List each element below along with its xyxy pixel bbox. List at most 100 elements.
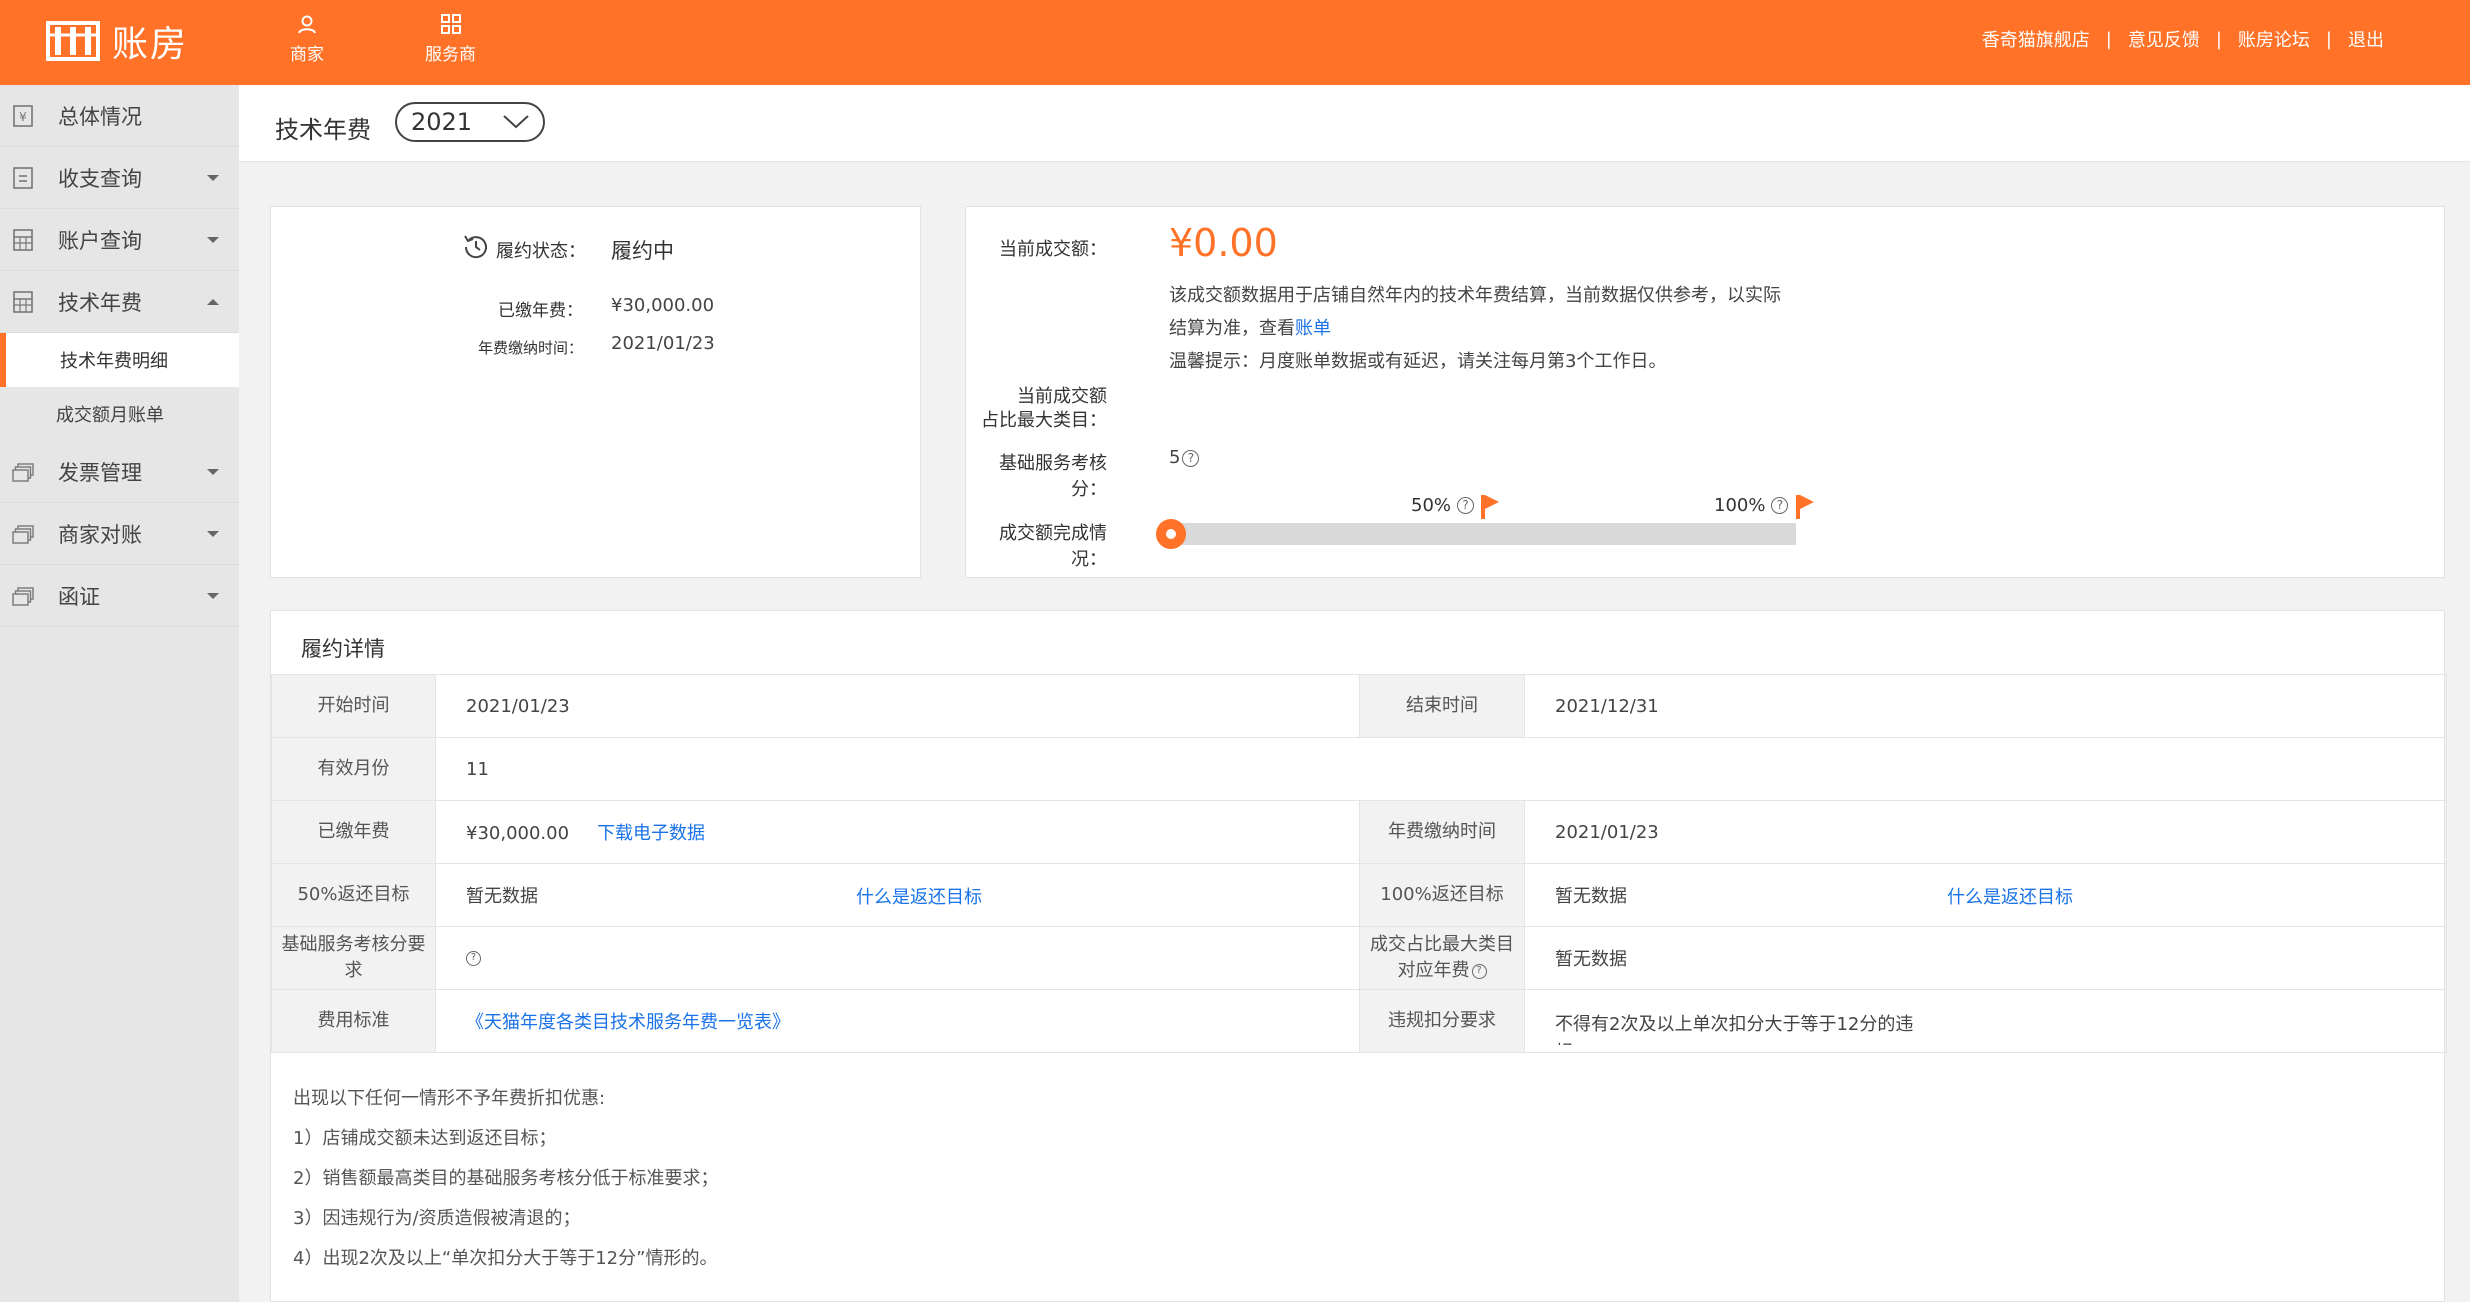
paytime-value: 2021/01/23 [611,333,715,354]
note-line: 3）因违规行为/资质造假被清退的； [293,1208,581,1229]
flag-icon [1481,495,1499,519]
details-title: 履约详情 [301,637,385,661]
cat-fee-label-line-2: 对应年费? [1368,958,1516,984]
note-line: 4）出现2次及以上“单次扣分大于等于12分”情形的。 [293,1248,718,1269]
fee-standard-link[interactable]: 《天猫年度各类目技术服务年费一览表》 [466,1012,790,1033]
sidebar-item-label: 商家对账 [58,522,142,547]
target100-value: 暂无数据 [1555,886,1627,907]
table-row: 费用标准 《天猫年度各类目技术服务年费一览表》 违规扣分要求 不得有2次及以上单… [271,989,2447,1053]
sidebar-item-label: 发票管理 [58,460,142,485]
score-value-wrap: 5? [1169,447,1200,468]
shop-name-link[interactable]: 香奇猫旗舰店 [1982,26,2090,52]
end-value: 2021/12/31 [1524,674,2447,738]
current-amount-value: ¥0.00 [1169,221,1278,265]
progress-label: 成交额完成情况： [999,523,1107,570]
what-is-target-link[interactable]: 什么是返还目标 [1947,883,2073,909]
link-divider: | [2105,28,2112,50]
amount-card: 当前成交额： ¥0.00 该成交额数据用于店铺自然年内的技术年费结算，当前数据仅… [965,206,2445,578]
sidebar-item-account[interactable]: 账户查询 [0,209,239,271]
sidebar-item-invoice[interactable]: 发票管理 [0,441,239,503]
help-icon[interactable]: ? [1771,497,1789,514]
yen-icon: ¥ [13,105,33,127]
fee-standard-cell: 《天猫年度各类目技术服务年费一览表》 [435,989,1360,1053]
calculator-icon [13,229,33,251]
nav-provider[interactable]: 服务商 [425,14,476,65]
violation-cell: 不得有2次及以上单次扣分大于等于12分的违规 [1524,989,2447,1053]
violation-label: 违规扣分要求 [1359,989,1525,1053]
table-row: 开始时间 2021/01/23 结束时间 2021/12/31 [271,674,2447,738]
cat-fee-label: 成交占比最大类目 对应年费? [1359,926,1525,990]
year-select-value: 2021 [411,108,473,136]
months-value: 11 [435,737,2447,801]
chevron-down-icon [207,175,219,181]
logout-link[interactable]: 退出 [2348,26,2384,52]
stack-icon [12,587,34,606]
help-icon[interactable]: ? [1457,497,1475,514]
current-amount-label: 当前成交额： [999,239,1107,260]
forum-link[interactable]: 账房论坛 [2238,26,2310,52]
note-line: 2）销售额最高类目的基础服务考核分低于标准要求； [293,1168,719,1189]
paid-fee-label: 已缴年费 [271,800,436,864]
what-is-target-link[interactable]: 什么是返还目标 [856,883,982,909]
milestone-50: 50%? [1411,495,1475,516]
status-label: 履约状态： [496,241,586,262]
table-row: 已缴年费 ¥30,000.00 下载电子数据 年费缴纳时间 2021/01/23 [271,800,2447,864]
paid-label: 已缴年费： [498,301,583,321]
flag-icon [1796,495,1814,519]
chevron-down-icon [207,593,219,599]
app-name: 账房 [112,24,189,65]
months-label: 有效月份 [271,737,436,801]
abacus-icon [46,21,100,61]
sidebar-subitem-monthly-bill[interactable]: 成交额月账单 [0,387,239,441]
amount-desc-line-1: 该成交额数据用于店铺自然年内的技术年费结算，当前数据仅供参考，以实际 [1169,285,1781,306]
progress-knob[interactable] [1156,519,1186,549]
sidebar-item-tech-fee[interactable]: 技术年费 [0,271,239,333]
sidebar-item-confirmation[interactable]: 函证 [0,565,239,627]
amount-desc-prefix: 结算为准，查看 [1169,318,1295,339]
target50-label: 50%返还目标 [271,863,436,927]
note-line: 出现以下任何一情形不予年费折扣优惠: [293,1088,606,1109]
sidebar-item-label: 总体情况 [58,104,142,129]
category-label-line-2: 占比最大类目： [981,410,1107,431]
help-icon[interactable]: ? [466,951,481,966]
target100-label: 100%返还目标 [1359,863,1525,927]
feedback-link[interactable]: 意见反馈 [2128,26,2200,52]
amount-description: 该成交额数据用于店铺自然年内的技术年费结算，当前数据仅供参考，以实际 结算为准，… [1169,279,1869,378]
category-label-line-1: 当前成交额 [1017,386,1107,407]
score-value: 5 [1169,447,1181,468]
start-label: 开始时间 [271,674,436,738]
status-card: 履约状态： 履约中 已缴年费： ¥30,000.00 年费缴纳时间： 2021/… [270,206,921,578]
score-req-value: ? [435,926,1360,990]
milestone-50-label: 50% [1411,495,1452,516]
page-header: 技术年费 2021 [239,85,2470,162]
stack-icon [12,525,34,544]
bill-link[interactable]: 账单 [1295,318,1331,339]
page-title: 技术年费 [275,116,371,144]
sidebar-subitem-fee-detail[interactable]: 技术年费明细 [0,333,239,387]
paid-value: ¥30,000.00 [611,295,715,316]
start-value: 2021/01/23 [435,674,1360,738]
sidebar-item-overview[interactable]: ¥ 总体情况 [0,85,239,147]
sidebar-item-reconcile[interactable]: 商家对账 [0,503,239,565]
score-req-label: 基础服务考核分要求 [271,926,436,990]
download-data-link[interactable]: 下载电子数据 [597,823,705,844]
table-row: 50%返还目标 暂无数据 什么是返还目标 100%返还目标 暂无数据 什么是返还目标 [271,863,2447,927]
paytime-label: 年费缴纳时间： [477,339,583,357]
nav-merchant[interactable]: 商家 [290,14,324,65]
top-header: 账房 商家 服务商 香奇猫旗舰店 | 意见反馈 | 账房论坛 | 退出 [0,0,2470,85]
link-divider: | [2215,28,2222,50]
year-select[interactable]: 2021 [395,102,545,142]
milestone-100-label: 100% [1714,495,1766,516]
svg-text:¥: ¥ [19,110,27,124]
help-icon[interactable]: ? [1182,449,1200,467]
sidebar-item-label: 技术年费 [58,290,142,315]
nav-merchant-label: 商家 [290,45,324,65]
help-icon[interactable]: ? [1471,963,1487,979]
stack-icon [12,463,34,482]
chevron-down-icon [207,237,219,243]
milestone-100: 100%? [1714,495,1789,516]
table-row: 有效月份 11 [271,737,2447,801]
app-logo[interactable]: 账房 [46,18,189,65]
sidebar-item-income[interactable]: 收支查询 [0,147,239,209]
target100-cell: 暂无数据 什么是返还目标 [1524,863,2447,927]
